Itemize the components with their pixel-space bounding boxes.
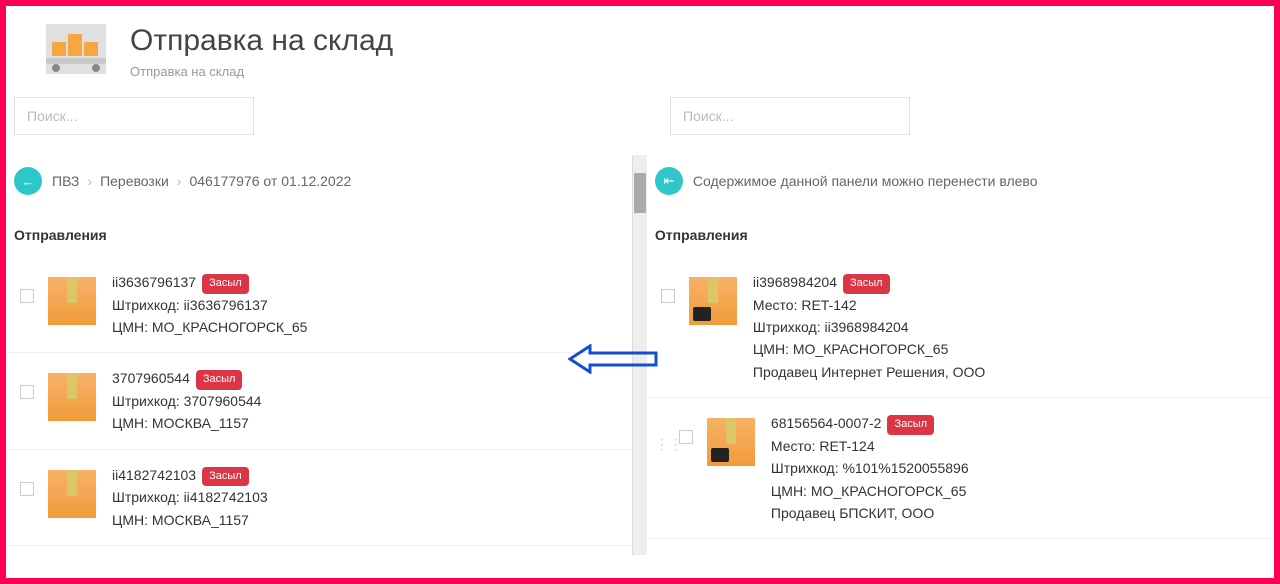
barcode-label: Штрихкод: (771, 460, 839, 476)
place-value: RET-124 (819, 438, 874, 454)
section-title-right: Отправления (647, 207, 1274, 257)
drag-handle-icon[interactable]: ⋮⋮ (655, 436, 669, 453)
crumb-transport[interactable]: Перевозки (100, 173, 169, 189)
barcode-value: %101%1520055896 (842, 460, 968, 476)
place-label: Место: (771, 438, 816, 454)
cmn-value: МОСКВА_1157 (152, 415, 249, 431)
back-button[interactable]: ← (14, 167, 42, 195)
cmn-value: МО_КРАСНОГОРСК_65 (152, 319, 308, 335)
item-id: 68156564-0007-2 (771, 412, 882, 434)
move-left-button[interactable]: ⇤ (655, 167, 683, 195)
crumb-order[interactable]: 046177976 от 01.12.2022 (189, 173, 351, 189)
list-item: ⋮⋮ 68156564-0007-2Засыл Место: RET-124 Ш… (647, 398, 1274, 539)
item-checkbox[interactable] (679, 430, 693, 444)
barcode-label: Штрихкод: (112, 489, 180, 505)
search-input-right[interactable] (670, 97, 910, 135)
section-title-left: Отправления (6, 207, 632, 257)
item-id: 3707960544 (112, 367, 190, 389)
place-value: RET-142 (801, 297, 856, 313)
status-badge: Засыл (196, 370, 243, 390)
item-checkbox[interactable] (661, 289, 675, 303)
place-label: Место: (753, 297, 798, 313)
seller-value: БПСКИТ, ООО (839, 505, 934, 521)
page-subtitle: Отправка на склад (130, 64, 393, 79)
cmn-value: МО_КРАСНОГОРСК_65 (793, 341, 949, 357)
seller-label: Продавец (771, 505, 835, 521)
scrollbar-thumb[interactable] (634, 173, 646, 213)
status-badge: Засыл (843, 274, 890, 294)
list-item: ii3968984204 Засыл Место: RET-142 Штрихко… (647, 257, 1274, 398)
chevron-right-icon: › (87, 173, 92, 189)
list-item: ii3636796137 Засыл Штрихкод: ii3636796137… (6, 257, 632, 353)
cmn-value: МО_КРАСНОГОРСК_65 (811, 483, 967, 499)
cmn-label: ЦМН: (771, 483, 807, 499)
item-id: ii3968984204 (753, 271, 837, 293)
warehouse-icon (46, 24, 106, 74)
search-input-left[interactable] (14, 97, 254, 135)
item-id: ii3636796137 (112, 271, 196, 293)
cmn-label: ЦМН: (112, 512, 148, 528)
package-icon (48, 277, 96, 325)
page-title: Отправка на склад (130, 24, 393, 58)
barcode-label: Штрихкод: (112, 393, 180, 409)
barcode-value: ii4182742103 (184, 489, 268, 505)
seller-label: Продавец (753, 364, 817, 380)
chevron-right-icon: › (177, 173, 182, 189)
breadcrumb: ← ПВЗ › Перевозки › 046177976 от 01.12.2… (6, 155, 632, 207)
barcode-label: Штрихкод: (753, 319, 821, 335)
cmn-label: ЦМН: (112, 319, 148, 335)
seller-value: Интернет Решения, ООО (821, 364, 985, 380)
item-checkbox[interactable] (20, 289, 34, 303)
panel-right: ⇤ Содержимое данной панели можно перенес… (647, 155, 1274, 555)
package-icon (48, 373, 96, 421)
item-checkbox[interactable] (20, 482, 34, 496)
status-badge: Засыл (887, 415, 934, 435)
status-badge: Засыл (202, 274, 249, 294)
package-icon (707, 418, 755, 466)
cmn-label: ЦМН: (112, 415, 148, 431)
barcode-value: ii3636796137 (184, 297, 268, 313)
panel-divider[interactable] (633, 155, 647, 555)
package-icon (689, 277, 737, 325)
list-item: ii4182742103 Засыл Штрихкод: ii4182742103… (6, 450, 632, 546)
item-checkbox[interactable] (20, 385, 34, 399)
cmn-value: МОСКВА_1157 (152, 512, 249, 528)
package-icon (48, 470, 96, 518)
barcode-value: 3707960544 (184, 393, 262, 409)
cmn-label: ЦМН: (753, 341, 789, 357)
barcode-label: Штрихкод: (112, 297, 180, 313)
item-id: ii4182742103 (112, 464, 196, 486)
item-id: ii4333376957 (771, 553, 855, 555)
status-badge: Засыл (202, 467, 249, 487)
barcode-value: ii3968984204 (824, 319, 908, 335)
page-header: Отправка на склад Отправка на склад (6, 6, 1274, 97)
crumb-pvz[interactable]: ПВЗ (52, 173, 79, 189)
panel-left: ← ПВЗ › Перевозки › 046177976 от 01.12.2… (6, 155, 633, 555)
list-item: ⋮⋮ ii4333376957Засыл Место: RET-185 Штри… (647, 539, 1274, 555)
list-item: 3707960544 Засыл Штрихкод: 3707960544 ЦМН… (6, 353, 632, 449)
panel-hint: Содержимое данной панели можно перенести… (693, 173, 1038, 189)
